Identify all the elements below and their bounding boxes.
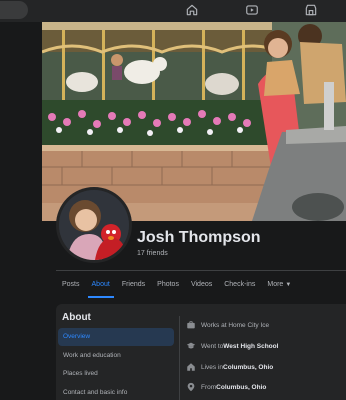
detail-from-prefix: From <box>201 383 217 391</box>
tab-about[interactable]: About <box>86 272 116 298</box>
tab-more-label: More <box>267 281 284 288</box>
tab-photos[interactable]: Photos <box>151 272 185 298</box>
about-title: About <box>62 312 91 323</box>
location-pin-icon <box>187 382 195 392</box>
tab-divider <box>56 270 346 271</box>
graduation-cap-icon <box>186 342 196 349</box>
about-nav-contact-info[interactable]: Contact and basic info <box>58 384 174 400</box>
caret-down-icon: ▼ <box>285 282 292 288</box>
about-nav-work-education[interactable]: Work and education <box>58 347 174 365</box>
detail-work: Works at Home City Ice <box>186 318 269 332</box>
detail-education-school[interactable]: West High School <box>223 343 278 350</box>
about-nav-places-lived[interactable]: Places lived <box>58 365 174 383</box>
detail-education-prefix: Went to <box>201 342 224 350</box>
profile-name: Josh Thompson <box>137 229 261 246</box>
home-icon[interactable] <box>185 3 199 17</box>
profile-tabs: Posts About Friends Photos Videos Check-… <box>56 272 297 298</box>
top-navigation-bar <box>0 0 346 22</box>
about-divider <box>179 316 180 400</box>
profile-picture[interactable] <box>56 187 132 263</box>
detail-lives-prefix: Lives in <box>201 363 224 371</box>
briefcase-icon <box>187 321 195 329</box>
detail-lives-city[interactable]: Columbus, Ohio <box>223 364 273 371</box>
tab-more[interactable]: More ▼ <box>261 272 297 298</box>
watch-icon[interactable] <box>245 3 259 17</box>
about-section: About Overview Work and education Places… <box>56 304 346 400</box>
tab-friends[interactable]: Friends <box>116 272 151 298</box>
avatar-image <box>59 190 129 260</box>
marketplace-icon[interactable] <box>304 3 318 17</box>
tab-check-ins[interactable]: Check-ins <box>218 272 261 298</box>
detail-from-city[interactable]: Columbus, Ohio <box>216 384 266 391</box>
detail-lives-in: Lives in Columbus, Ohio <box>186 360 273 374</box>
tab-posts[interactable]: Posts <box>56 272 86 298</box>
friends-count[interactable]: 17 friends <box>137 250 168 257</box>
search-bar[interactable] <box>0 1 28 19</box>
detail-from: From Columbus, Ohio <box>186 380 266 394</box>
about-nav-overview[interactable]: Overview <box>58 328 174 346</box>
home-icon <box>187 363 195 371</box>
tab-videos[interactable]: Videos <box>185 272 218 298</box>
detail-work-text: Works at Home City Ice <box>201 321 270 329</box>
about-nav: Overview Work and education Places lived… <box>58 328 174 400</box>
detail-education: Went to West High School <box>186 339 278 353</box>
